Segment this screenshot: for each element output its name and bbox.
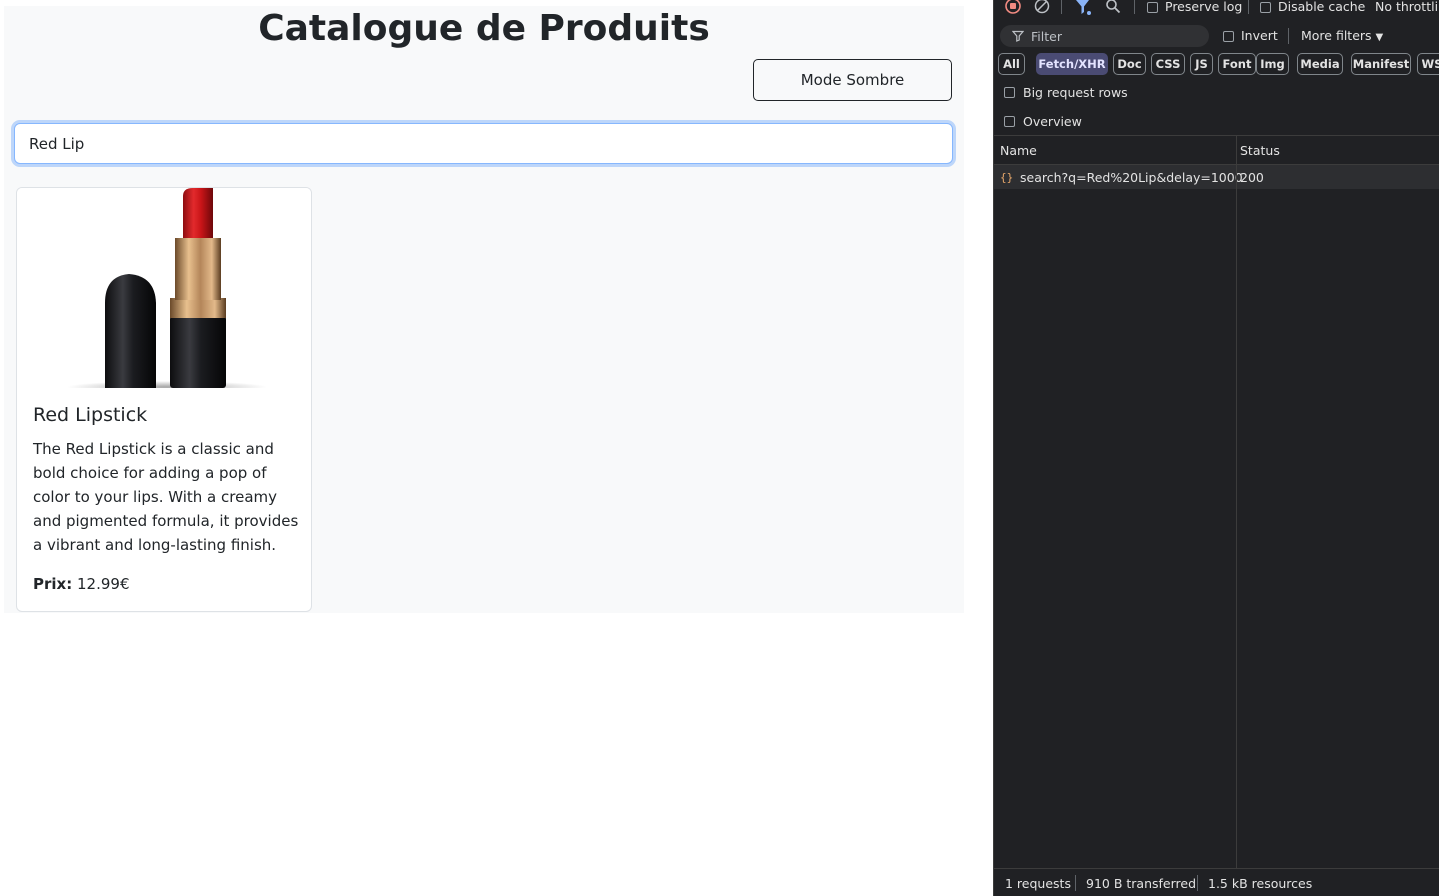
- dropdown-arrow-icon: ▼: [1375, 32, 1384, 43]
- filter-icon: [1012, 30, 1024, 42]
- preserve-log-label: Preserve log: [1165, 0, 1243, 14]
- request-name[interactable]: search?q=Red%20Lip&delay=1000: [1020, 170, 1243, 185]
- type-filter-css[interactable]: CSS: [1151, 53, 1185, 75]
- disable-cache-checkbox[interactable]: [1260, 0, 1271, 15]
- clear-icon[interactable]: [1034, 0, 1050, 17]
- type-filter-font[interactable]: Font: [1218, 53, 1256, 75]
- type-filter-manifest[interactable]: Manifest: [1351, 53, 1411, 75]
- overview-checkbox[interactable]: [1004, 114, 1015, 129]
- dark-mode-button[interactable]: Mode Sombre: [753, 59, 952, 101]
- lipstick-image: [17, 188, 311, 393]
- overview-label: Overview: [1023, 114, 1082, 129]
- resources-size: 1.5 kB resources: [1208, 876, 1313, 891]
- product-name: Red Lipstick: [33, 404, 148, 426]
- column-header-name[interactable]: Name: [1000, 143, 1037, 158]
- disable-cache-label: Disable cache: [1278, 0, 1366, 14]
- product-description: The Red Lipstick is a classic and bold c…: [33, 440, 299, 554]
- transferred-size: 910 B transferred: [1086, 876, 1197, 891]
- search-input[interactable]: [14, 123, 953, 164]
- product-card: Red Lipstick The Red Lipstick is a class…: [16, 187, 312, 612]
- catalogue-page: Catalogue de Produits Mode Sombre Red Li…: [4, 6, 964, 613]
- record-stop-icon[interactable]: [1005, 0, 1021, 17]
- type-filter-ws[interactable]: WS: [1417, 53, 1439, 75]
- type-filter-js[interactable]: JS: [1190, 53, 1213, 75]
- type-filter-doc[interactable]: Doc: [1113, 53, 1146, 75]
- product-price: Prix: 12.99€: [33, 575, 130, 593]
- invert-label: Invert: [1241, 28, 1278, 43]
- page-title: Catalogue de Produits: [258, 8, 710, 49]
- filter-placeholder: Filter: [1031, 28, 1062, 44]
- preserve-log-checkbox[interactable]: [1147, 0, 1158, 15]
- request-status: 200: [1240, 170, 1264, 185]
- status-bar: 1 requests 910 B transferred 1.5 kB reso…: [994, 868, 1439, 896]
- throttling-select[interactable]: No throttlin: [1375, 0, 1439, 14]
- invert-checkbox[interactable]: [1223, 29, 1234, 44]
- big-request-rows-label: Big request rows: [1023, 85, 1128, 100]
- search-icon[interactable]: [1105, 0, 1121, 17]
- more-filters-dropdown[interactable]: More filters ▼: [1301, 28, 1383, 43]
- price-label: Prix:: [33, 575, 73, 593]
- column-header-status[interactable]: Status: [1240, 143, 1280, 158]
- svg-text:{}: {}: [1000, 171, 1013, 184]
- devtools-network-panel: Preserve log Disable cache No throttlin …: [993, 0, 1439, 896]
- type-filter-media[interactable]: Media: [1297, 53, 1343, 75]
- type-filter-img[interactable]: Img: [1256, 53, 1289, 75]
- type-filter-fetch-xhr[interactable]: Fetch/XHR: [1036, 53, 1108, 75]
- more-filters-label: More filters: [1301, 28, 1372, 43]
- filter-funnel-icon[interactable]: [1074, 0, 1092, 19]
- big-request-rows-checkbox[interactable]: [1004, 85, 1015, 100]
- type-filter-all[interactable]: All: [998, 53, 1025, 75]
- filter-input[interactable]: Filter: [1000, 25, 1209, 47]
- request-count: 1 requests: [1005, 876, 1071, 891]
- xhr-request-icon: {}: [1000, 170, 1014, 187]
- price-value: 12.99€: [77, 575, 130, 593]
